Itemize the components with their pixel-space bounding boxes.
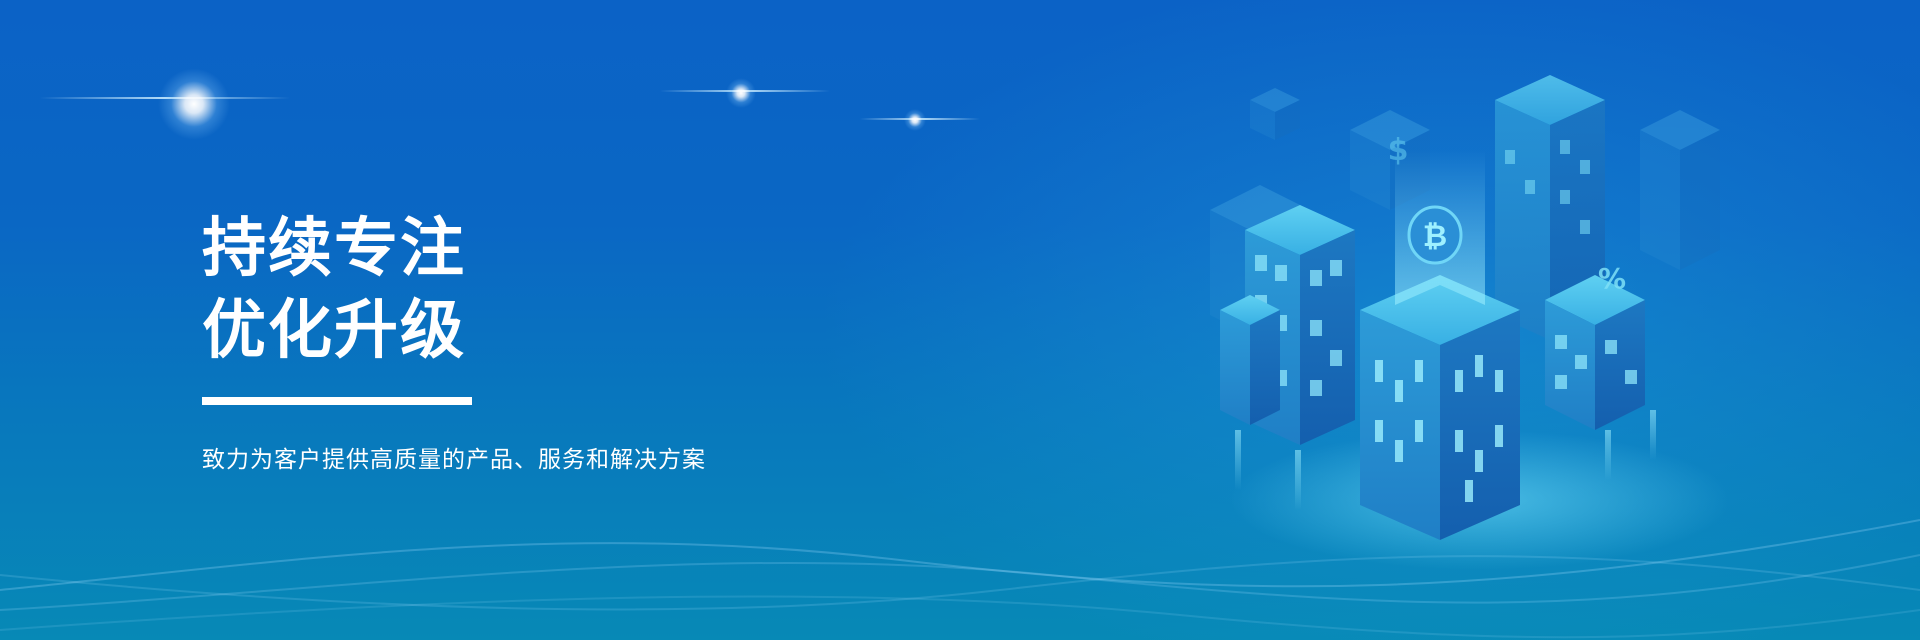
headline: 持续专注 优化升级 [202, 208, 466, 372]
light-flare [726, 78, 756, 108]
isometric-city-illustration: ₿ $ % [1210, 75, 1730, 570]
headline-line-2: 优化升级 [202, 294, 466, 368]
bitcoin-icon: ₿ [1407, 205, 1463, 265]
svg-text:%: % [1598, 262, 1626, 295]
light-flare [904, 109, 926, 131]
percent-icon: % [1598, 262, 1626, 295]
svg-text:$: $ [1388, 133, 1409, 168]
svg-text:₿: ₿ [1423, 219, 1447, 254]
headline-line-1: 持续专注 [202, 212, 466, 286]
subtitle: 致力为客户提供高质量的产品、服务和解决方案 [202, 447, 706, 473]
dollar-icon: $ [1388, 133, 1409, 168]
headline-underline [202, 397, 472, 405]
hero-banner: 持续专注 优化升级 致力为客户提供高质量的产品、服务和解决方案 ₿ $ % [0, 0, 1920, 640]
light-flare [158, 68, 230, 140]
